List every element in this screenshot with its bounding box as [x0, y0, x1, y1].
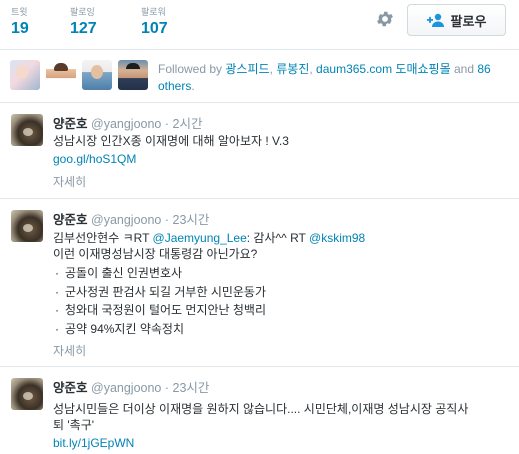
- avatar[interactable]: [11, 210, 43, 242]
- stat-following[interactable]: 팔로잉 127: [70, 5, 97, 38]
- list-item: 공돌이 출신 인권변호사: [53, 264, 266, 283]
- tweet-link[interactable]: goo.gl/hoS1QM: [53, 152, 136, 166]
- mention-link[interactable]: @Jaemyung_Lee: [153, 231, 247, 245]
- followed-by-section: Followed by 광스피드, 류봉진, daum365.com 도매쇼핑몰…: [0, 50, 519, 103]
- tweet-author-handle[interactable]: @yangjoono: [91, 117, 161, 131]
- tweet-text-line: 이런 이재명성남시장 대통령감 아닌가요?: [53, 247, 258, 261]
- tweet-header: 양준호 @yangjoono · 2시간: [53, 113, 202, 132]
- stat-tweets[interactable]: 트윗 19: [11, 5, 29, 38]
- separator: ,: [269, 62, 273, 76]
- follower-avatar[interactable]: [46, 60, 76, 90]
- followed-by-user-link[interactable]: daum365.com 도매쇼핑몰: [316, 62, 451, 76]
- tweet-author-name[interactable]: 양준호: [53, 213, 88, 227]
- avatar[interactable]: [11, 114, 43, 146]
- followed-by-user-link[interactable]: 광스피드: [225, 62, 269, 76]
- tweet-expand-link[interactable]: 자세히: [53, 173, 86, 190]
- tweet-text-line: 퇴 '촉구': [53, 418, 95, 432]
- tweet[interactable]: 양준호 @yangjoono · 23시간 김부선안현수 ㅋRT @Jaemyu…: [0, 199, 519, 367]
- tweet-timestamp[interactable]: 2시간: [173, 117, 203, 131]
- stat-tweets-label: 트윗: [11, 7, 28, 17]
- tweet-author-name[interactable]: 양준호: [53, 117, 88, 131]
- tweet-text: 성남시장 인간X종 이재명에 대해 알아보자 ! V.3: [53, 134, 289, 148]
- tweet-header: 양준호 @yangjoono · 23시간: [53, 209, 209, 228]
- followed-by-user-link[interactable]: 류봉진: [276, 62, 309, 76]
- tweet-text: 김부선안현수 ㅋRT @Jaemyung_Lee: 감사^^ RT @kskim…: [53, 230, 511, 262]
- followed-by-text: Followed by 광스피드, 류봉진, daum365.com 도매쇼핑몰…: [158, 61, 508, 95]
- followed-by-and: and: [453, 62, 474, 76]
- tweet[interactable]: 양준호 @yangjoono · 2시간 성남시장 인간X종 이재명에 대해 알…: [0, 103, 519, 199]
- follower-avatar[interactable]: [10, 60, 40, 90]
- separator: ,: [309, 62, 313, 76]
- tweet-link[interactable]: bit.ly/1jGEpWN: [53, 436, 134, 450]
- tweet-text-line: 성남시민들은 더이상 이재명을 원하지 않습니다.... 시민단체,이재명 성남…: [53, 402, 469, 416]
- stat-followers-value: 107: [141, 20, 168, 37]
- tweet[interactable]: 양준호 @yangjoono · 23시간 성남시민들은 더이상 이재명을 원하…: [0, 367, 519, 454]
- tweet-header: 양준호 @yangjoono · 23시간: [53, 377, 209, 396]
- list-item: 군사정권 판검사 되길 거부한 시민운동가: [53, 283, 266, 302]
- tweet-author-handle[interactable]: @yangjoono: [91, 213, 161, 227]
- tweet-timestamp[interactable]: 23시간: [173, 213, 210, 227]
- list-item: 청와대 국정원이 털어도 먼지안난 청백리: [53, 301, 266, 320]
- add-user-icon: [426, 13, 444, 27]
- tweet-text-segment: 김부선안현수 ㅋRT: [53, 231, 153, 245]
- list-item: 공약 94%지킨 약속정치: [53, 320, 266, 339]
- stat-following-value: 127: [70, 20, 97, 37]
- follow-button[interactable]: 팔로우: [407, 4, 506, 36]
- gear-icon[interactable]: [375, 9, 395, 29]
- stat-followers[interactable]: 팔로워 107: [141, 5, 168, 38]
- stat-followers-label: 팔로워: [141, 7, 166, 17]
- separator-dot: ·: [164, 381, 170, 395]
- stat-tweets-value: 19: [11, 20, 29, 37]
- followed-by-prefix: Followed by: [158, 62, 223, 76]
- tweet-author-name[interactable]: 양준호: [53, 381, 88, 395]
- mention-link[interactable]: @kskim98: [309, 231, 365, 245]
- follower-avatar[interactable]: [82, 60, 112, 90]
- follow-button-label: 팔로우: [450, 13, 487, 29]
- separator-dot: ·: [164, 117, 170, 131]
- tweet-text-segment: : 감사^^ RT: [246, 231, 310, 245]
- stat-following-label: 팔로잉: [70, 7, 95, 17]
- follower-avatar[interactable]: [118, 60, 148, 90]
- separator-dot: ·: [164, 213, 170, 227]
- tweet-expand-link[interactable]: 자세히: [53, 342, 86, 359]
- avatar[interactable]: [11, 378, 43, 410]
- tweet-text: 성남시민들은 더이상 이재명을 원하지 않습니다.... 시민단체,이재명 성남…: [53, 401, 511, 433]
- tweet-author-handle[interactable]: @yangjoono: [91, 381, 161, 395]
- tweet-timestamp[interactable]: 23시간: [173, 381, 210, 395]
- profile-stats-bar: 트윗 19 팔로잉 127 팔로워 107 팔로우: [0, 0, 519, 50]
- tweet-bullet-list: 공돌이 출신 인권변호사 군사정권 판검사 되길 거부한 시민운동가 청와대 국…: [53, 264, 266, 338]
- separator: .: [191, 79, 195, 93]
